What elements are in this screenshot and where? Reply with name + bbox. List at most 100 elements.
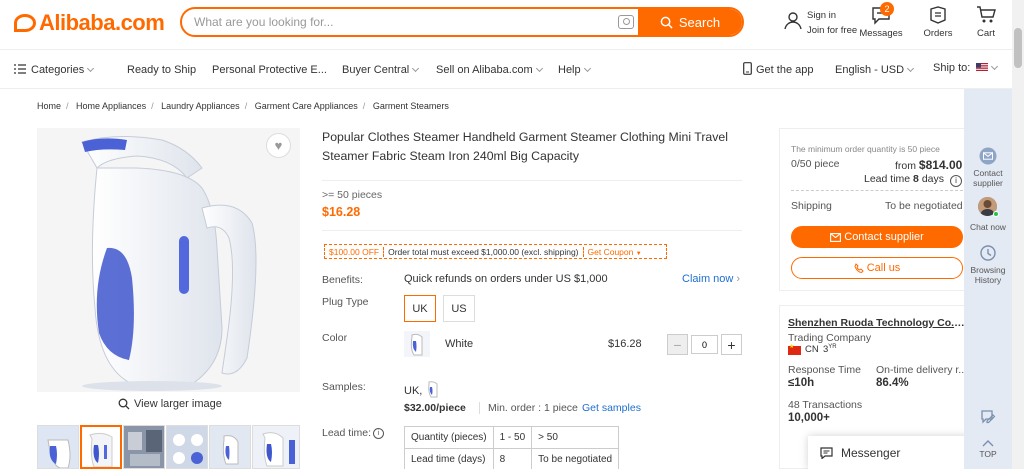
- sidebar-browsing-history[interactable]: Browsing History: [964, 244, 1012, 285]
- back-to-top-button[interactable]: TOP: [964, 440, 1012, 459]
- nav-ready-to-ship[interactable]: Ready to Ship: [127, 64, 196, 76]
- chevron-down-icon: [991, 62, 999, 71]
- chevron-up-icon: [982, 440, 994, 447]
- view-larger-image-link[interactable]: View larger image: [118, 398, 222, 410]
- chat-icon: [820, 446, 833, 459]
- divider: [322, 230, 742, 231]
- page-scrollbar[interactable]: [1012, 0, 1024, 469]
- chevron-down-icon: [907, 64, 915, 73]
- claim-now-link[interactable]: Claim now ›: [682, 273, 740, 285]
- quantity-input[interactable]: [691, 335, 718, 354]
- join-free-link[interactable]: Join for free: [807, 25, 857, 36]
- thumbnail-art: [124, 426, 164, 468]
- main-product-image[interactable]: [37, 128, 300, 392]
- nav-sell-on-alibaba[interactable]: Sell on Alibaba.com: [436, 64, 543, 76]
- messages-badge: 2: [880, 2, 894, 16]
- chevron-right-icon: ›: [736, 273, 741, 285]
- plug-option-uk[interactable]: UK: [404, 295, 436, 322]
- thumbnail[interactable]: [37, 425, 79, 469]
- steamer-image: [81, 135, 257, 391]
- breadcrumb-garment-care[interactable]: Garment Care Appliances: [255, 101, 358, 111]
- sidebar-chat-now[interactable]: Chat now: [964, 222, 1012, 232]
- nav-personal-protective[interactable]: Personal Protective E...: [212, 64, 327, 76]
- increase-quantity-button[interactable]: +: [721, 334, 742, 355]
- nav-buyer-central[interactable]: Buyer Central: [342, 64, 420, 76]
- chevron-down-icon: [412, 64, 420, 73]
- thumbnail[interactable]: [166, 425, 208, 469]
- cart-button[interactable]: Cart: [972, 5, 1000, 41]
- shipping-value: To be negotiated: [885, 200, 963, 212]
- order-lead-time: Lead time 8 days: [864, 173, 944, 185]
- sidebar-contact-supplier[interactable]: Contact supplier: [964, 147, 1012, 188]
- search-input[interactable]: [194, 13, 614, 31]
- coupon-condition: Order total must exceed $1,000.00 (excl.…: [384, 246, 584, 257]
- ontime-delivery-value: 86.4%: [876, 377, 909, 389]
- transactions-label: 48 Transactions: [788, 399, 863, 411]
- camera-icon[interactable]: [618, 15, 634, 29]
- menu-icon: [14, 64, 26, 74]
- categories-menu[interactable]: Categories: [14, 64, 95, 76]
- search-button[interactable]: Search: [638, 9, 742, 35]
- breadcrumb-laundry-appliances[interactable]: Laundry Appliances: [161, 101, 240, 111]
- order-total: from $814.00: [895, 158, 963, 172]
- nav-help[interactable]: Help: [558, 64, 591, 76]
- response-time-label: Response Time: [788, 364, 861, 376]
- call-us-button[interactable]: Call us: [791, 257, 963, 279]
- breadcrumb-garment-steamers[interactable]: Garment Steamers: [373, 101, 449, 111]
- sample-min-order: Min. order : 1 piece: [479, 402, 578, 414]
- thumbnail-art: [167, 426, 207, 468]
- edit-icon: [981, 410, 996, 424]
- supplier-type: Trading Company: [788, 332, 872, 344]
- transactions-value: 10,000+: [788, 412, 830, 424]
- contact-supplier-button[interactable]: Contact supplier: [791, 226, 963, 248]
- orders-button[interactable]: Orders: [922, 5, 954, 41]
- benefits-label: Benefits:: [322, 274, 363, 286]
- get-app-link[interactable]: Get the app: [743, 62, 814, 76]
- shipping-label: Shipping: [791, 200, 832, 212]
- sample-price: $32.00/piece: [404, 402, 466, 414]
- info-icon[interactable]: i: [373, 427, 385, 439]
- china-flag-icon: [788, 343, 801, 355]
- ship-to-select[interactable]: Ship to:: [933, 62, 999, 74]
- alibaba-logo[interactable]: Alibaba.com: [14, 10, 165, 36]
- thumbnail-art: [210, 426, 250, 468]
- table-cell: Lead time (days): [404, 448, 494, 469]
- table-row: Lead time (days) 8 To be negotiated: [404, 448, 620, 469]
- color-label: Color: [322, 332, 348, 344]
- thumbnail-art: [253, 426, 299, 468]
- samples-label: Samples:: [322, 381, 366, 393]
- sidebar-feedback[interactable]: [964, 408, 1012, 429]
- divider: [791, 190, 963, 191]
- breadcrumb-home-appliances[interactable]: Home Appliances: [76, 101, 146, 111]
- min-order-note: The minimum order quantity is 50 piece: [791, 144, 940, 154]
- thumbnail[interactable]: [209, 425, 251, 469]
- table-row: Quantity (pieces) 1 - 50 > 50: [404, 426, 620, 449]
- clock-icon: [980, 245, 996, 261]
- divider: [322, 180, 742, 181]
- breadcrumb-home[interactable]: Home: [37, 101, 61, 111]
- supplier-country: CN: [805, 344, 819, 355]
- us-flag-icon: [976, 63, 989, 71]
- info-icon[interactable]: i: [950, 175, 962, 187]
- thumbnail[interactable]: [252, 425, 300, 469]
- coupon-discount: $100.00 OFF: [325, 246, 385, 257]
- mail-icon: [979, 147, 997, 165]
- thumbnail[interactable]: [123, 425, 165, 469]
- zoom-icon: [118, 398, 130, 410]
- decrease-quantity-button[interactable]: −: [667, 334, 688, 355]
- color-swatch-image[interactable]: [404, 331, 430, 357]
- product-title: Popular Clothes Steamer Handheld Garment…: [322, 130, 728, 163]
- user-icon: [784, 12, 802, 30]
- table-cell: Quantity (pieces): [404, 426, 494, 449]
- get-samples-link[interactable]: Get samples: [582, 402, 641, 414]
- plug-option-us[interactable]: US: [443, 295, 475, 322]
- thumbnail-selected[interactable]: [80, 425, 122, 469]
- supplier-name-link[interactable]: Shenzhen Ruoda Technology Co., ...: [788, 317, 966, 329]
- language-currency-select[interactable]: English - USD: [835, 64, 915, 76]
- get-coupon-button[interactable]: Get Coupon ▼: [584, 247, 646, 257]
- sign-in-link[interactable]: Sign in: [807, 10, 836, 21]
- messenger-widget[interactable]: Messenger: [808, 436, 970, 469]
- scrollbar-thumb[interactable]: [1014, 28, 1022, 68]
- supplier-years: 3YR: [823, 344, 837, 356]
- wishlist-heart-button[interactable]: ♥: [266, 133, 291, 158]
